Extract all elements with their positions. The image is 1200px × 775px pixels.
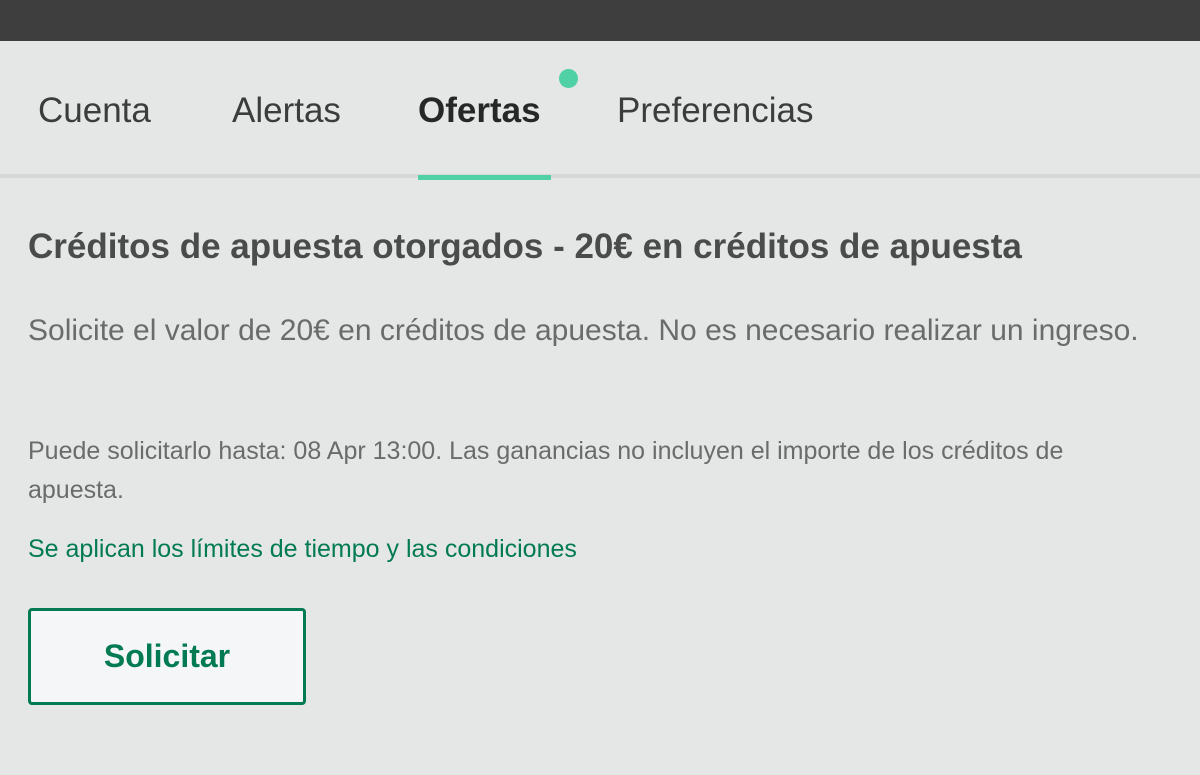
conditions-link[interactable]: Se aplican los límites de tiempo y las c… <box>28 532 577 566</box>
tab-cuenta[interactable]: Cuenta <box>38 91 151 131</box>
tab-ofertas[interactable]: Ofertas <box>418 91 541 131</box>
claim-button[interactable]: Solicitar <box>28 608 306 705</box>
notification-dot-icon <box>559 69 578 88</box>
offer-terms: Puede solicitarlo hasta: 08 Apr 13:00. L… <box>28 437 1064 504</box>
offer-title: Créditos de apuesta otorgados - 20€ en c… <box>28 227 1022 266</box>
tab-preferencias[interactable]: Preferencias <box>617 91 813 131</box>
tab-bar: Cuenta Alertas Ofertas Preferencias <box>0 41 1200 180</box>
tab-alertas[interactable]: Alertas <box>232 91 341 131</box>
offer-description: Solicite el valor de 20€ en créditos de … <box>28 314 1139 347</box>
top-bar <box>0 0 1200 41</box>
tab-bar-divider <box>0 174 1200 178</box>
active-tab-indicator <box>418 175 551 180</box>
